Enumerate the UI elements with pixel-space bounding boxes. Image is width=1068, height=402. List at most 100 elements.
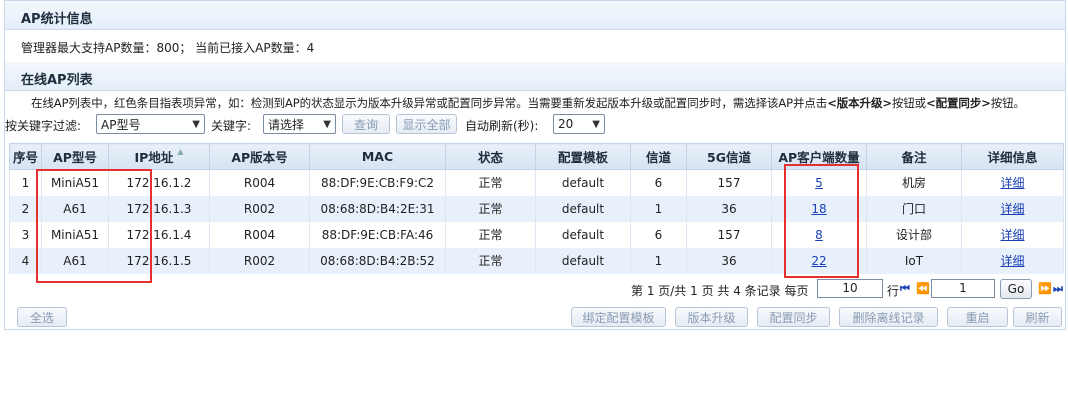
channel: 1 [630, 195, 687, 222]
pager-summary: 第 1 页/共 1 页 共 4 条记录 每页 [631, 284, 809, 298]
action-row: 全选 绑定配置模板 版本升级 配置同步 删除离线记录 重启 刷新 [5, 307, 1065, 327]
key-filter-label: 按关键字过滤: [5, 119, 82, 133]
auto-refresh-value: 20 [558, 117, 574, 131]
client-count-cell: 22 [771, 247, 867, 274]
detail-link[interactable]: 详细 [1000, 202, 1024, 216]
pager: 第 1 页/共 1 页 共 4 条记录 每页 10 行 ⏮ ⏪ 1 Go ⏩ ⏭ [5, 279, 1065, 299]
ap-version: R004 [209, 169, 310, 196]
prev-page-icon[interactable]: ⏪ [916, 282, 930, 295]
show-all-button[interactable]: 显示全部 [396, 114, 457, 134]
col-header-status[interactable]: 状态 [445, 143, 536, 170]
channel-5g: 36 [686, 247, 772, 274]
col-header-note[interactable]: 备注 [866, 143, 962, 170]
query-button[interactable]: 查询 [342, 114, 390, 134]
config-template: default [535, 195, 631, 222]
note: IoT [866, 247, 962, 274]
section-header-stats: AP统计信息 [5, 1, 1065, 30]
status: 正常 [445, 247, 536, 274]
col-header-ip[interactable]: IP地址 ▲ [108, 143, 210, 170]
client-count-link[interactable]: 18 [811, 202, 826, 216]
detail-cell: 详细 [961, 169, 1064, 196]
detail-cell: 详细 [961, 195, 1064, 222]
col-header-index[interactable]: 序号 [9, 143, 42, 170]
col-header-detail: 详细信息 [961, 143, 1064, 170]
detail-link[interactable]: 详细 [1000, 176, 1024, 190]
restart-button[interactable]: 重启 [947, 307, 1008, 327]
channel-5g: 36 [686, 195, 772, 222]
channel-5g: 157 [686, 169, 772, 196]
ap-model: A61 [41, 247, 109, 274]
client-count-link[interactable]: 22 [811, 254, 826, 268]
table-row[interactable]: 3 MiniA51 172.16.1.4 R004 88:DF:9E:CB:FA… [9, 221, 1064, 248]
last-page-icon[interactable]: ⏭ [1053, 282, 1063, 296]
delete-offline-button[interactable]: 删除离线记录 [839, 307, 938, 327]
detail-link[interactable]: 详细 [1000, 228, 1024, 242]
ip-address: 172.16.1.5 [108, 247, 210, 274]
mac-address: 08:68:8D:B4:2E:31 [309, 195, 446, 222]
section-header-online: 在线AP列表 [5, 62, 1065, 91]
auto-refresh-label: 自动刷新(秒): [465, 119, 539, 133]
ap-model: MiniA51 [41, 169, 109, 196]
page-number-input[interactable]: 1 [931, 279, 995, 298]
status: 正常 [445, 195, 536, 222]
upgrade-button[interactable]: 版本升级 [675, 307, 748, 327]
go-button[interactable]: Go [1000, 279, 1032, 299]
config-template: default [535, 169, 631, 196]
filter-row: 按关键字过滤: AP型号 ▼ 关键字: 请选择 ▼ 查询 显示全部 自动刷新(秒):… [5, 114, 1065, 136]
col-header-version[interactable]: AP版本号 [209, 143, 310, 170]
col-header-model[interactable]: AP型号 [41, 143, 109, 170]
notice-upgrade-ref: <版本升级> [827, 96, 892, 110]
col-header-clients[interactable]: AP客户端数量 [771, 143, 867, 170]
note: 门口 [866, 195, 962, 222]
chevron-down-icon: ▼ [592, 118, 600, 130]
col-header-mac[interactable]: MAC [309, 143, 446, 170]
ip-address: 172.16.1.3 [108, 195, 210, 222]
detail-cell: 详细 [961, 221, 1064, 248]
col-header-ip-label: IP地址 [134, 150, 174, 165]
auto-refresh-select[interactable]: 20 ▼ [553, 114, 605, 134]
table-row[interactable]: 4 A61 172.16.1.5 R002 08:68:8D:B4:2B:52 … [9, 247, 1064, 274]
select-all-button[interactable]: 全选 [17, 307, 67, 327]
note: 机房 [866, 169, 962, 196]
client-count-cell: 8 [771, 221, 867, 248]
keyword-label: 关键字: [211, 119, 252, 133]
client-count-link[interactable]: 8 [815, 228, 823, 242]
table-row[interactable]: 2 A61 172.16.1.3 R002 08:68:8D:B4:2E:31 … [9, 195, 1064, 222]
channel: 1 [630, 247, 687, 274]
sync-button[interactable]: 配置同步 [757, 307, 830, 327]
row-label: 行 [887, 284, 900, 298]
col-header-channel[interactable]: 信道 [630, 143, 687, 170]
bind-template-button[interactable]: 绑定配置模板 [571, 307, 666, 327]
notice-text: 在线AP列表中，红色条目指表项异常，如：检测到AP的状态显示为版本升级异常或配置… [31, 95, 1025, 111]
col-header-5g-channel[interactable]: 5G信道 [686, 143, 772, 170]
status: 正常 [445, 221, 536, 248]
row-index: 3 [9, 221, 42, 248]
next-page-icon[interactable]: ⏩ [1038, 282, 1052, 295]
per-page-input[interactable]: 10 [817, 279, 883, 298]
mac-address: 88:DF:9E:CB:F9:C2 [309, 169, 446, 196]
client-count-cell: 18 [771, 195, 867, 222]
ap-version: R004 [209, 221, 310, 248]
ip-address: 172.16.1.2 [108, 169, 210, 196]
table-row[interactable]: 1 MiniA51 172.16.1.2 R004 88:DF:9E:CB:F9… [9, 169, 1064, 196]
config-template: default [535, 221, 631, 248]
client-count-cell: 5 [771, 169, 867, 196]
key-filter-select[interactable]: AP型号 ▼ [96, 114, 205, 134]
first-page-icon[interactable]: ⏮ [900, 282, 910, 296]
status: 正常 [445, 169, 536, 196]
ap-version: R002 [209, 195, 310, 222]
refresh-button[interactable]: 刷新 [1013, 307, 1062, 327]
notice-mid: 按钮或 [891, 96, 927, 110]
detail-link[interactable]: 详细 [1000, 254, 1024, 268]
notice-sync-ref: <配置同步> [926, 96, 991, 110]
channel-5g: 157 [686, 221, 772, 248]
ap-table: 序号 AP型号 IP地址 ▲ AP版本号 MAC 状态 配置模板 信道 5G信道 … [9, 143, 1064, 274]
row-index: 1 [9, 169, 42, 196]
capacity-text: 管理器最大支持AP数量：800； 当前已接入AP数量：4 [21, 41, 315, 55]
client-count-link[interactable]: 5 [815, 176, 823, 190]
keyword-select[interactable]: 请选择 ▼ [263, 114, 336, 134]
col-header-template[interactable]: 配置模板 [535, 143, 631, 170]
channel: 6 [630, 169, 687, 196]
notice-post: 按钮。 [990, 96, 1025, 110]
ap-model: A61 [41, 195, 109, 222]
